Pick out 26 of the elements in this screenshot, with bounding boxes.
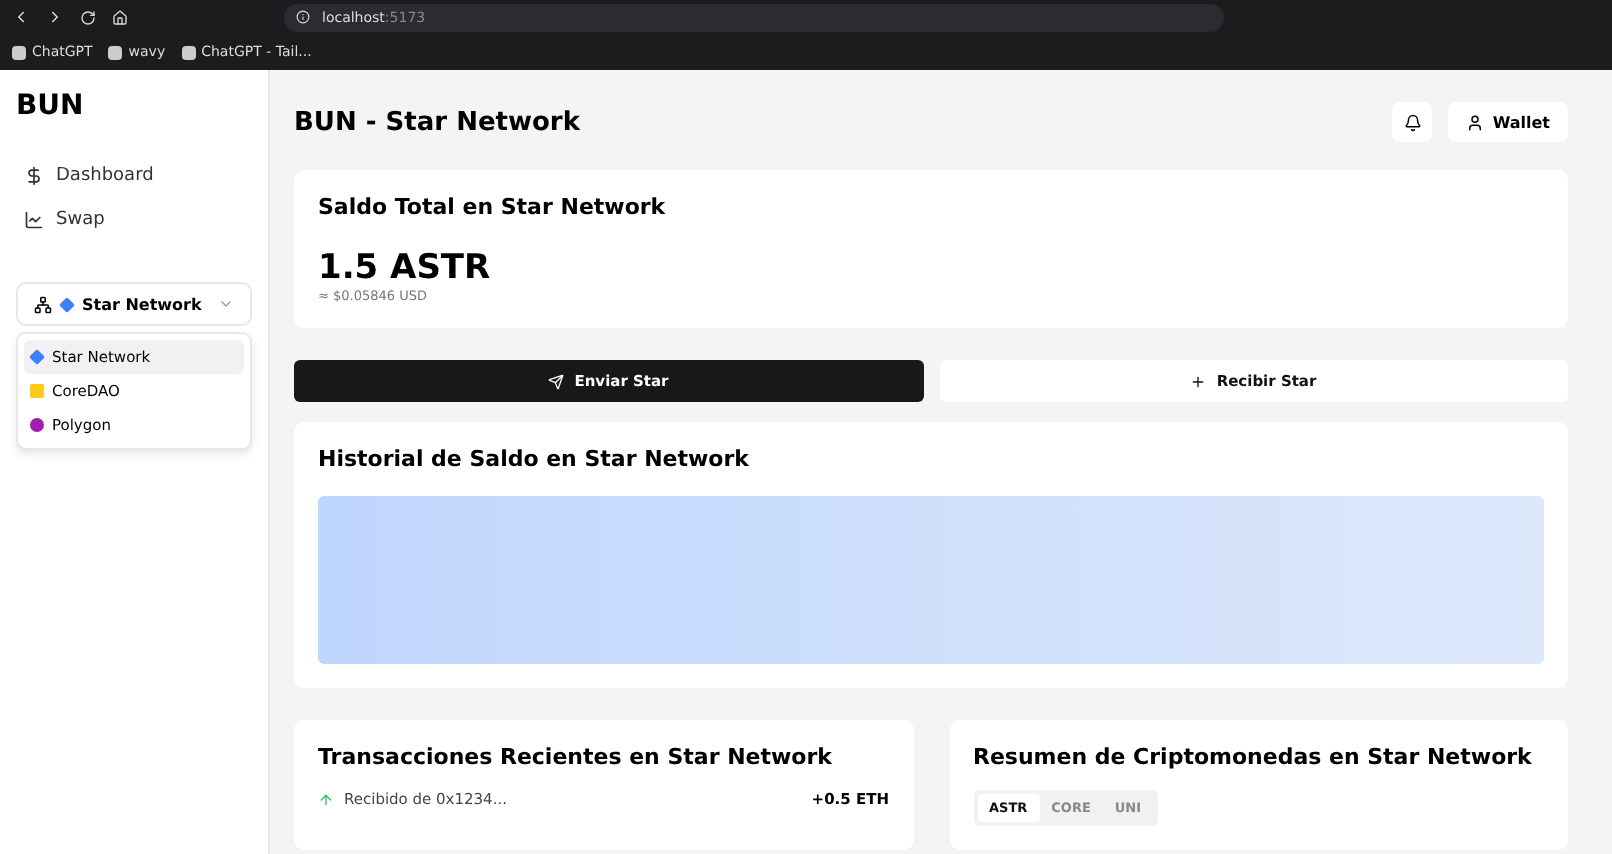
notification-button[interactable]: [1392, 102, 1433, 142]
network-select[interactable]: Star Network: [16, 282, 252, 326]
reload-icon[interactable]: [80, 9, 96, 26]
dollar-icon: [24, 166, 44, 186]
brand-name: BUN: [16, 90, 86, 122]
wallet-button[interactable]: Wallet: [1448, 102, 1568, 142]
nav-item[interactable]: Dashboard: [16, 154, 252, 198]
home-icon[interactable]: [112, 9, 128, 26]
network-icon: [34, 295, 52, 313]
card-title: Transacciones Recientes en Star Network: [318, 744, 834, 770]
nav-item[interactable]: Swap: [16, 198, 252, 242]
balance-amount: 1.5 ASTR: [318, 248, 493, 288]
back-icon[interactable]: [12, 8, 30, 27]
card-title: Historial de Saldo en Star Network: [318, 446, 751, 472]
send-icon: [548, 373, 565, 389]
card-title: Saldo Total en Star Network: [318, 194, 668, 220]
forward-icon[interactable]: [46, 8, 64, 27]
info-icon: [296, 10, 310, 25]
user-icon: [1466, 113, 1485, 131]
line-chart-icon: [24, 210, 44, 230]
arrow-up-icon: [318, 791, 334, 807]
plus-icon: [1190, 373, 1207, 389]
bell-icon: [1403, 113, 1422, 131]
chevron-icon: [218, 296, 234, 312]
page-title: BUN - Star Network: [294, 107, 580, 137]
card-title: Resumen de Criptomonedas en Star Network: [973, 744, 1534, 770]
